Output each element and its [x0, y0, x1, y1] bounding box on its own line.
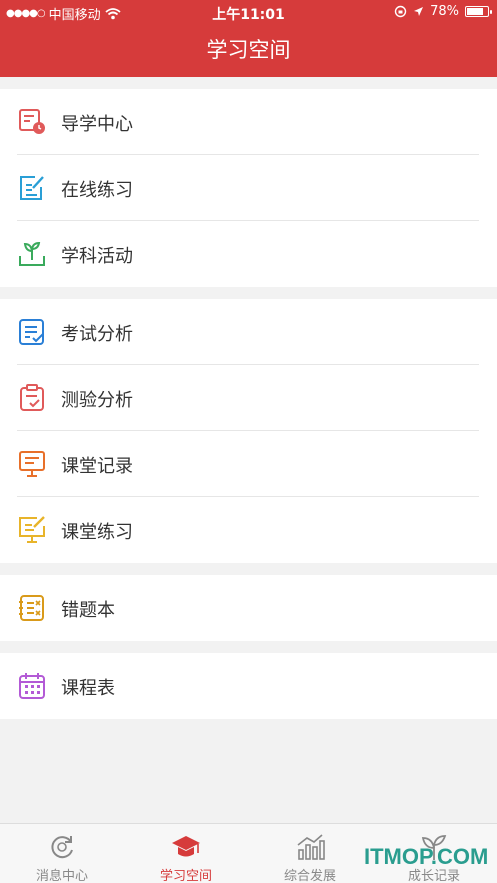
- edit-note-icon: [20, 176, 44, 200]
- calendar-icon: [19, 673, 45, 699]
- notebook-icon: [19, 595, 44, 621]
- bar-chart-icon: [297, 834, 325, 860]
- tab-label: 综合发展: [283, 869, 336, 883]
- menu-item-label: 考试分析: [61, 324, 133, 345]
- presentation-edit-icon: [19, 516, 45, 543]
- menu-item-timetable[interactable]: 课程表: [0, 653, 497, 719]
- certificate-icon: [19, 109, 45, 134]
- menu-group-3: 错题本: [0, 575, 497, 641]
- menu-item-mistake-book[interactable]: 错题本: [0, 575, 497, 641]
- menu-item-class-records[interactable]: 课堂记录: [0, 431, 497, 497]
- menu-item-label: 学科活动: [61, 246, 133, 267]
- menu-item-exam-analysis[interactable]: 考试分析: [0, 299, 497, 365]
- presentation-icon: [19, 451, 45, 477]
- menu-item-class-practice[interactable]: 课堂练习: [0, 497, 497, 563]
- checklist-icon: [19, 319, 44, 345]
- menu-item-label: 在线练习: [61, 180, 133, 201]
- menu-item-online-practice[interactable]: 在线练习: [0, 155, 497, 221]
- rotation-lock-icon: [394, 5, 407, 18]
- battery-percent: 78%: [430, 4, 459, 19]
- menu-item-subject-activities[interactable]: 学科活动: [0, 221, 497, 287]
- sprout-icon: [19, 241, 45, 266]
- clipboard-check-icon: [20, 384, 44, 411]
- page-title: 学习空间: [206, 38, 291, 62]
- menu-item-label: 课程表: [61, 678, 115, 699]
- menu-item-label: 测验分析: [61, 390, 133, 411]
- tab-label: 消息中心: [35, 869, 88, 883]
- menu-item-label: 课堂记录: [61, 456, 133, 477]
- tab-learning-space[interactable]: 学习空间: [124, 824, 248, 883]
- status-bar: ●●●●○ 中国移动 上午11:01 78%: [0, 0, 497, 24]
- refresh-chat-icon: [51, 836, 73, 859]
- menu-item-label: 课堂练习: [61, 522, 133, 543]
- tab-message-center[interactable]: 消息中心: [0, 824, 124, 883]
- battery-icon: [465, 6, 492, 17]
- menu-item-guided-learning[interactable]: 导学中心: [0, 89, 497, 155]
- menu-group-4: 课程表: [0, 653, 497, 719]
- graduation-cap-icon: [172, 836, 200, 857]
- menu-item-quiz-analysis[interactable]: 测验分析: [0, 365, 497, 431]
- watermark: ITMOP.COM: [364, 844, 489, 869]
- location-arrow-icon: [414, 7, 424, 16]
- app-header: ●●●●○ 中国移动 上午11:01 78% 学习空间: [0, 0, 497, 77]
- menu-group-1: 导学中心 在线练习 学科活动: [0, 89, 497, 287]
- menu-item-label: 导学中心: [61, 114, 133, 135]
- tab-label: 学习空间: [159, 869, 212, 883]
- tab-comprehensive-development[interactable]: 综合发展: [248, 824, 372, 883]
- menu-item-label: 错题本: [61, 600, 115, 621]
- menu-group-2: 考试分析 测验分析 课堂记录 课堂练习: [0, 299, 497, 563]
